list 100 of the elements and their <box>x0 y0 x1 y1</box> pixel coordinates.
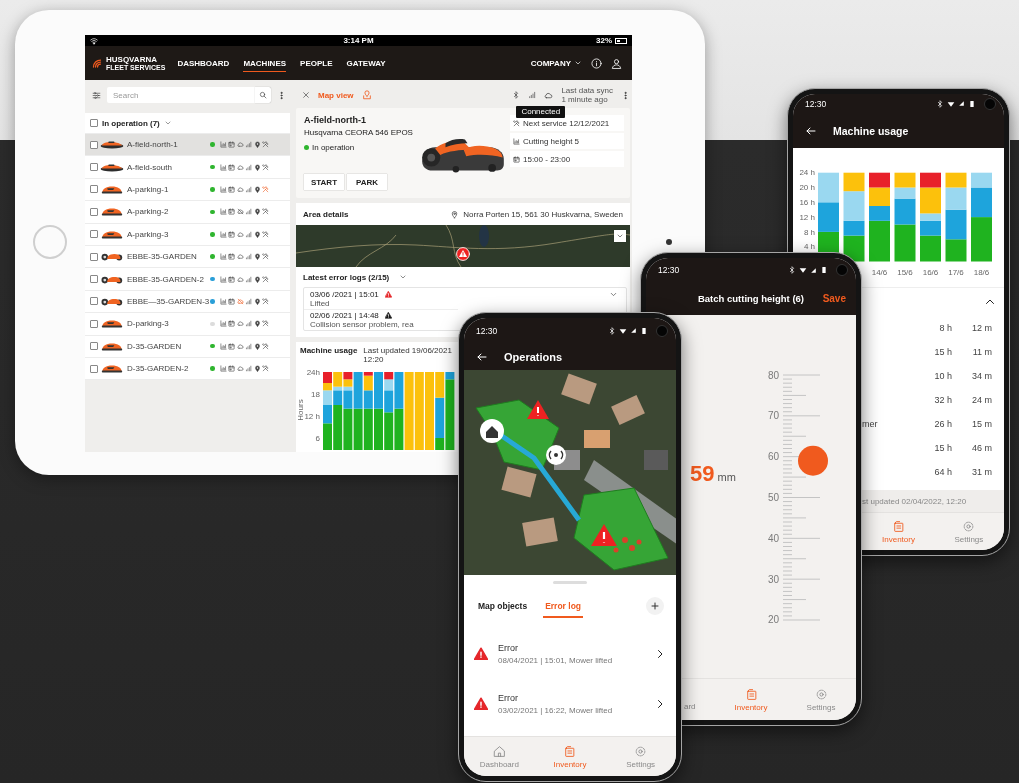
sync-label: Last data sync <box>561 86 613 95</box>
error-log-row[interactable]: 03/06 /2021 | 15:01 Lifted <box>304 288 458 309</box>
machine-row[interactable]: EBBE-35-GARDEN-2 <box>85 268 290 291</box>
error-time: 02/06 /2021 | 14:48 <box>310 311 379 320</box>
filter-icon[interactable] <box>92 90 101 100</box>
info-icon[interactable] <box>591 57 602 69</box>
tab[interactable]: Map objects <box>476 594 530 618</box>
settings-icon <box>962 519 976 533</box>
height-chart-icon <box>219 185 227 193</box>
checkbox[interactable] <box>90 252 98 261</box>
slider-thumb[interactable] <box>798 445 828 476</box>
machine-row[interactable]: A-parking-2 <box>85 201 290 224</box>
machine-name: EBBE-35-GARDEN <box>127 252 198 262</box>
more-icon[interactable] <box>277 90 286 100</box>
machine-row[interactable]: EBBE—35-GARDEN-3 <box>85 290 290 314</box>
height-chart-icon <box>219 208 227 216</box>
checkbox[interactable] <box>90 319 98 328</box>
tab[interactable]: Error log <box>543 594 584 618</box>
machine-row[interactable]: D-35-GARDEN-2 <box>85 357 290 381</box>
status-time: 12:30 <box>658 265 680 275</box>
nav-tab[interactable]: MACHINES <box>243 54 287 72</box>
y-tick-label: 12 h <box>799 212 815 222</box>
machine-row[interactable]: A-parking-1 <box>85 178 290 202</box>
height-chart-icon <box>219 230 227 238</box>
error-row[interactable]: Error 03/02/2021 | 16:22, Mower lifted <box>464 679 676 729</box>
machine-row[interactable]: D-35-GARDEN <box>85 335 290 358</box>
hours-value: 15 h <box>933 347 952 357</box>
error-log-row[interactable]: 02/06 /2021 | 14:48 Collision sensor problem, rea <box>304 309 458 330</box>
height-chart-icon <box>219 163 227 171</box>
checkbox[interactable] <box>90 119 98 127</box>
checkbox[interactable] <box>90 185 98 194</box>
save-link[interactable]: Save <box>822 293 846 304</box>
address: Norra Porten 15, 561 30 Huskvarna, Sweden <box>463 209 623 219</box>
caret-icon[interactable] <box>163 119 172 127</box>
bluetooth-icon <box>512 91 521 99</box>
machine-name: A-field-south <box>127 162 173 172</box>
close-icon[interactable] <box>302 91 310 99</box>
sheet-handle[interactable] <box>553 581 587 584</box>
pin-tray-icon[interactable] <box>361 90 372 100</box>
height-chart-icon <box>219 365 227 373</box>
checkbox[interactable] <box>90 342 98 351</box>
scale-label: 60 <box>767 451 779 463</box>
nav-tab[interactable]: DASHBOARD <box>177 54 230 72</box>
machine-name: EBBE-35-GARDEN-2 <box>127 274 205 284</box>
x-tick-label: 17/6 <box>948 268 964 277</box>
company-menu[interactable]: COMPANY <box>530 58 582 68</box>
nav-tab[interactable]: PEOPLE <box>300 54 333 72</box>
x-tick-label: 14/6 <box>871 268 888 277</box>
height-chart-icon <box>219 297 227 305</box>
checkbox[interactable] <box>90 297 98 306</box>
add-button[interactable] <box>646 597 664 615</box>
bluetooth-icon <box>788 266 796 274</box>
tools-icon <box>513 119 520 127</box>
action-button[interactable]: PARK <box>347 174 387 190</box>
hours-value: 26 h <box>933 419 952 429</box>
bar-segment <box>818 172 839 203</box>
checkbox[interactable] <box>90 230 98 239</box>
machine-name: A-parking-2 <box>127 207 170 217</box>
calendar-icon <box>228 208 235 216</box>
scale-label: 80 <box>767 369 779 381</box>
y-tick-label: 18 <box>311 389 320 399</box>
status-time: 12:30 <box>805 98 827 109</box>
machine-row[interactable]: A-field-north-1 <box>85 134 290 157</box>
warning-icon <box>384 290 392 298</box>
nav-tab[interactable]: GATEWAY <box>346 54 386 72</box>
x-tick-label: 16/6 <box>922 268 939 277</box>
caret-icon[interactable] <box>399 273 408 281</box>
checkbox[interactable] <box>90 140 98 149</box>
mower-drawing <box>100 184 124 194</box>
search-button[interactable] <box>255 87 271 103</box>
checkbox[interactable] <box>90 275 98 284</box>
error-row[interactable]: Error 08/04/2021 | 15:01, Mower lifted <box>464 629 676 679</box>
info-text: Next service 12/12/2021 <box>523 118 610 128</box>
machine-row[interactable]: EBBE-35-GARDEN <box>85 245 290 269</box>
battery-icon <box>615 37 627 44</box>
wifi-icon <box>90 36 98 45</box>
y-tick-label: 4 h <box>803 242 815 252</box>
machine-row[interactable]: D-parking-3 <box>85 313 290 336</box>
error-detail: 03/02/2021 | 16:22, Mower lifted <box>498 706 613 715</box>
checkbox[interactable] <box>90 364 98 373</box>
bluetooth-icon <box>608 326 616 335</box>
section-title: Machine usage <box>300 346 358 355</box>
warning-marker-icon <box>456 247 470 261</box>
height-slider[interactable]: 80 70 60 50 40 30 20 <box>762 365 842 630</box>
action-button[interactable]: START <box>304 174 344 190</box>
checkbox[interactable] <box>90 163 98 172</box>
expand-button[interactable] <box>614 230 626 242</box>
y-tick-label: 24h <box>306 367 320 377</box>
more-icon[interactable] <box>621 90 630 100</box>
minutes-value: 15 m <box>971 419 992 429</box>
user-icon[interactable] <box>611 57 622 69</box>
search-field[interactable]: Search <box>107 87 255 103</box>
checkbox[interactable] <box>90 207 98 216</box>
signal-icon <box>245 230 252 238</box>
chevron-down-icon[interactable] <box>609 290 618 299</box>
scale-label: 20 <box>767 614 779 626</box>
machine-row[interactable]: A-field-south <box>85 156 290 179</box>
mower-drawing <box>100 364 124 374</box>
machine-row[interactable]: A-parking-3 <box>85 223 290 246</box>
minutes-value: 12 m <box>971 323 992 333</box>
